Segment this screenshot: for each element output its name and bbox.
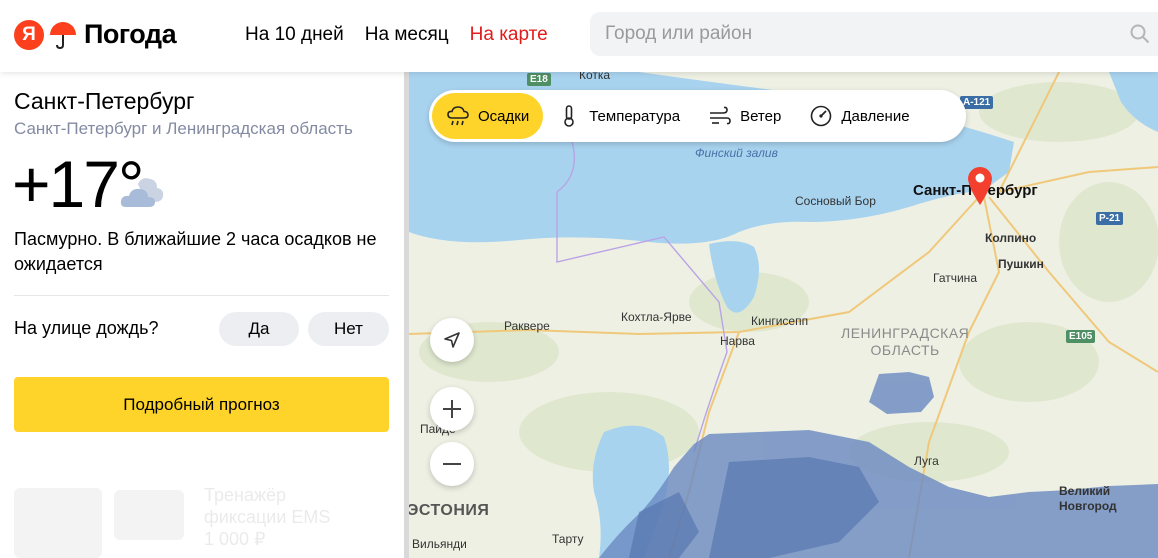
umbrella-logo-icon <box>50 21 76 49</box>
divider <box>14 295 389 296</box>
road-shield-e18: E18 <box>527 73 551 86</box>
plus-icon <box>443 400 461 418</box>
layer-tab-label: Давление <box>841 107 910 125</box>
search-input[interactable] <box>590 12 1125 56</box>
map-label-gatchina: Гатчина <box>933 271 977 285</box>
map-label-viljandi: Вильянди <box>412 537 467 551</box>
thermometer-icon <box>564 105 575 127</box>
city-name: Санкт-Петербург <box>14 88 195 114</box>
map-label-leningrad-oblast: ЛЕНИНГРАДСКАЯ ОБЛАСТЬ <box>841 325 970 358</box>
map-label-luga: Луга <box>914 454 939 468</box>
weather-map[interactable]: E18 Котка А-121 Финский залив Санкт-Пете… <box>409 72 1158 558</box>
nav-map[interactable]: На карте <box>470 24 548 46</box>
cloud-icon <box>120 178 164 207</box>
search-icon[interactable] <box>1130 24 1150 44</box>
logo[interactable]: Я Погода <box>14 19 177 50</box>
map-label-narva: Нарва <box>720 334 755 348</box>
wind-icon <box>710 106 731 125</box>
layer-tab-wind[interactable]: Ветер <box>694 93 795 139</box>
yes-button[interactable]: Да <box>219 312 299 346</box>
map-label-rakvere: Раквере <box>504 319 550 333</box>
layer-tab-label: Осадки <box>478 107 530 125</box>
layer-tab-label: Температура <box>589 107 681 125</box>
weather-panel: Санкт-Петербург Санкт-Петербург и Ленинг… <box>0 72 404 558</box>
search-box <box>590 12 1158 56</box>
minus-icon <box>443 463 461 465</box>
map-label-pushkin: Пушкин <box>998 257 1044 271</box>
road-shield-e105: E105 <box>1066 330 1096 343</box>
detailed-forecast-button[interactable]: Подробный прогноз <box>14 377 389 432</box>
logo-text: Погода <box>84 19 177 49</box>
geolocation-button[interactable] <box>430 318 474 362</box>
map-label-tartu: Тарту <box>552 532 584 546</box>
condition-text: Пасмурно. В ближайшие 2 часа осадков не … <box>14 229 377 274</box>
main-nav: На 10 дней На месяц На карте <box>245 24 548 46</box>
faded-ad-block: Тренажёр фиксации EMS 1 000 ₽ <box>14 482 394 558</box>
layer-tab-temperature[interactable]: Температура <box>543 93 694 139</box>
map-label-kotka: Котка <box>579 72 611 82</box>
rain-cloud-icon <box>447 106 469 126</box>
region-name[interactable]: Санкт-Петербург и Ленинградская область <box>14 119 353 139</box>
map-label-kingisepp: Кингисепп <box>751 314 809 328</box>
map-label-finnish-gulf: Финский залив <box>695 146 778 160</box>
gauge-icon <box>811 105 832 127</box>
map-label-estonia: ЭСТОНИЯ <box>409 502 490 519</box>
nav-10-days[interactable]: На 10 дней <box>245 24 344 46</box>
map-label-sosnovy-bor: Сосновый Бор <box>795 194 876 208</box>
ad-text: Тренажёр фиксации EMS 1 000 ₽ <box>204 485 331 549</box>
location-pin-icon[interactable] <box>965 164 995 206</box>
layer-tab-precipitation[interactable]: Осадки <box>432 93 544 139</box>
yandex-logo-icon: Я <box>14 19 44 50</box>
no-button[interactable]: Нет <box>308 312 389 346</box>
zoom-in-button[interactable] <box>430 387 474 431</box>
map-label-veliky-novgorod: Великий Новгород <box>1059 484 1117 513</box>
road-shield-a121: А-121 <box>960 96 994 109</box>
zoom-out-button[interactable] <box>430 442 474 486</box>
header: Я Погода На 10 дней На месяц На карте <box>0 0 1158 72</box>
ad-image <box>14 488 102 558</box>
map-label-kohtla-jarve: Кохтла-Ярве <box>621 310 692 324</box>
navigation-arrow-icon <box>444 332 460 348</box>
map-label-kolpino: Колпино <box>985 231 1037 245</box>
layer-tab-label: Ветер <box>740 107 782 125</box>
map-layer-switcher: Осадки Температура Ветер Давление <box>429 90 966 142</box>
road-shield-r21: Р-21 <box>1096 212 1124 225</box>
rain-question: На улице дождь? <box>14 318 159 338</box>
ad-image-secondary <box>114 490 184 540</box>
nav-month[interactable]: На месяц <box>365 24 449 46</box>
layer-tab-pressure[interactable]: Давление <box>795 93 923 139</box>
